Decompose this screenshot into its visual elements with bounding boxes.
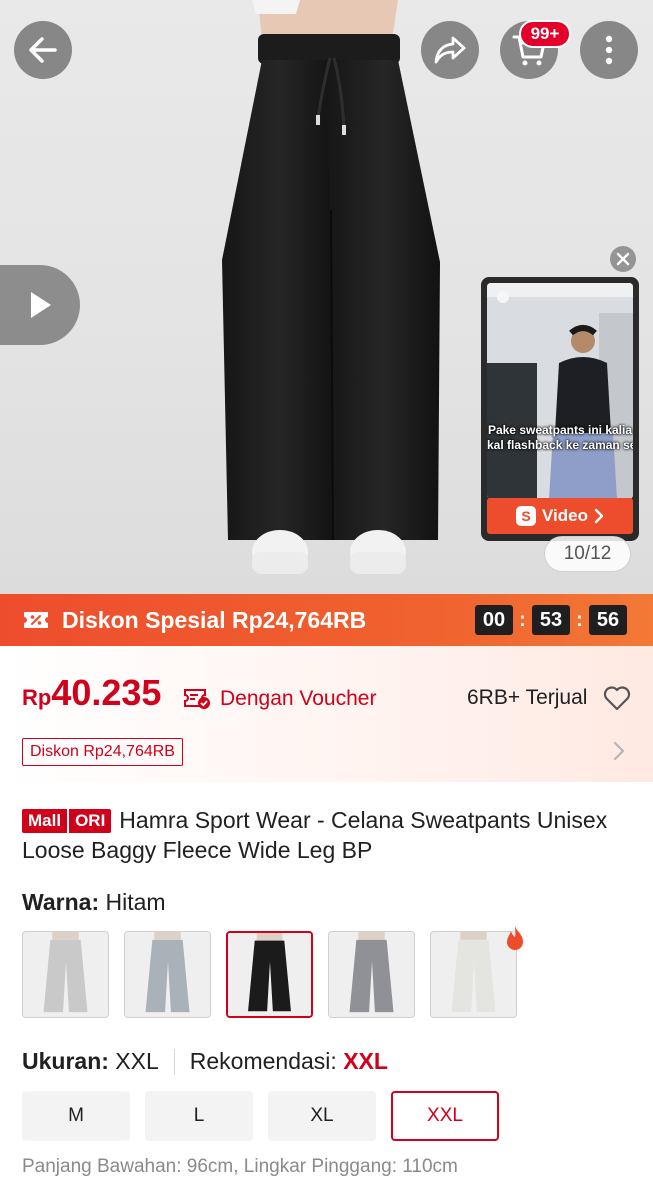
voucher-text: Dengan Voucher [220, 687, 377, 710]
size-measurement: Panjang Bawahan: 96cm, Lingkar Pinggang:… [22, 1156, 458, 1177]
share-button[interactable] [421, 21, 479, 79]
more-options-button[interactable] [580, 21, 638, 79]
chevron-right-icon[interactable] [612, 740, 626, 762]
video-thumbnail: Pake sweatpants ini kalia kal flashback … [487, 283, 633, 499]
recommend-label: Rekomendasi: [189, 1048, 337, 1074]
color-swatch[interactable] [124, 931, 211, 1018]
play-icon [31, 292, 51, 318]
size-option-xl[interactable]: XL [268, 1091, 376, 1141]
swatch-pants-image [125, 932, 210, 1017]
voucher-icon [184, 689, 210, 709]
mall-badge-label: Mall [22, 809, 68, 833]
fire-icon [507, 926, 523, 950]
back-button[interactable] [14, 21, 72, 79]
timer-minutes: 53 [532, 605, 570, 635]
mall-ori-badge: Mall ORI [22, 809, 112, 833]
size-option-xxl[interactable]: XXL [391, 1091, 499, 1141]
countdown-timer: 00 : 53 : 56 [475, 605, 627, 635]
color-label-row: Warna: Hitam [22, 889, 166, 916]
color-value: Hitam [105, 889, 166, 915]
play-video-tab[interactable] [0, 265, 80, 345]
swatch-pants-image [23, 932, 108, 1017]
timer-separator: : [519, 609, 526, 631]
special-discount-banner: Diskon Spesial Rp24,764RB 00 : 53 : 56 [0, 594, 653, 646]
cart-count-badge: 99+ [519, 20, 571, 48]
product-title: Mall ORI Hamra Sport Wear - Celana Sweat… [22, 805, 632, 865]
video-button[interactable]: S Video [487, 498, 633, 534]
color-label: Warna: [22, 889, 100, 915]
timer-seconds: 56 [589, 605, 627, 635]
size-options: M L XL XXL [22, 1091, 499, 1141]
color-swatches [22, 931, 517, 1018]
size-option-l[interactable]: L [145, 1091, 253, 1141]
size-label: Ukuran: [22, 1048, 109, 1074]
floating-video-card[interactable]: Pake sweatpants ini kalia kal flashback … [481, 277, 639, 541]
share-icon [434, 36, 466, 64]
video-scene [487, 283, 633, 499]
product-price: Rp40.235 [22, 672, 161, 714]
timer-hours: 00 [475, 605, 513, 635]
heart-icon[interactable] [603, 685, 631, 711]
price-currency: Rp [22, 685, 52, 710]
discount-tag: Diskon Rp24,764RB [22, 738, 183, 766]
video-caption-line-2: kal flashback ke zaman se [487, 438, 633, 452]
price-amount: 40.235 [51, 672, 162, 713]
close-video-button[interactable] [610, 246, 636, 272]
close-icon [616, 252, 630, 266]
timer-separator: : [576, 609, 583, 631]
recommend-value: XXL [343, 1048, 388, 1074]
color-swatch[interactable] [22, 931, 109, 1018]
special-discount-label: Diskon Spesial Rp24,764RB [62, 606, 367, 633]
chevron-right-icon [594, 508, 604, 524]
badge-divider [67, 813, 70, 829]
image-counter: 10/12 [544, 536, 631, 572]
color-swatch[interactable] [226, 931, 313, 1018]
video-caption: Pake sweatpants ini kalia kal flashback … [487, 423, 633, 453]
swatch-pants-image [228, 933, 311, 1016]
shopee-video-icon: S [516, 506, 536, 526]
size-option-m[interactable]: M [22, 1091, 130, 1141]
size-value: XXL [115, 1048, 159, 1074]
sold-count: 6RB+ Terjual [467, 686, 588, 709]
price-section: Rp40.235 Dengan Voucher 6RB+ Terjual Dis… [0, 646, 653, 782]
back-arrow-icon [29, 37, 57, 63]
ori-badge-label: ORI [69, 809, 112, 833]
swatch-pants-image [329, 932, 414, 1017]
more-vertical-icon [605, 35, 613, 65]
color-swatch[interactable] [328, 931, 415, 1018]
video-button-label: Video [542, 506, 588, 525]
size-label-row: Ukuran: XXL Rekomendasi: XXL [22, 1048, 388, 1075]
product-image-gallery[interactable]: 99+ Pake sweatpants ini kalia kal flashb… [0, 0, 653, 594]
video-caption-line-1: Pake sweatpants ini kalia [487, 423, 633, 437]
divider [173, 1048, 175, 1075]
discount-tag-icon [24, 612, 48, 628]
